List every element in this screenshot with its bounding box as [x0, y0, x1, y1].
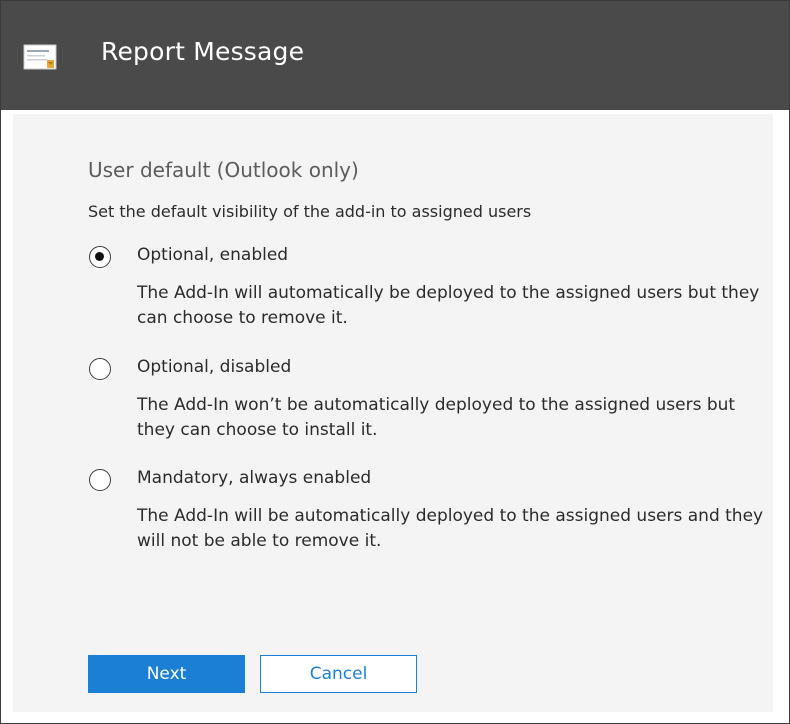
report-message-icon	[23, 44, 57, 70]
option-label[interactable]: Optional, enabled	[137, 245, 288, 265]
radio-button-mandatory[interactable]	[89, 469, 111, 491]
option-label[interactable]: Optional, disabled	[137, 357, 291, 377]
dialog-window: Report Message User default (Outlook onl…	[0, 0, 790, 724]
settings-panel: User default (Outlook only) Set the defa…	[13, 114, 773, 712]
dialog-title: Report Message	[101, 37, 305, 66]
radio-button-optional-enabled[interactable]	[89, 246, 111, 268]
section-description: Set the default visibility of the add-in…	[88, 202, 532, 221]
option-description: The Add-In will be automatically deploye…	[137, 506, 764, 551]
cancel-button[interactable]: Cancel	[260, 655, 417, 693]
dialog-header: Report Message	[1, 1, 789, 110]
radio-selected-dot	[95, 252, 104, 261]
next-button[interactable]: Next	[88, 655, 245, 693]
option-description: The Add-In will automatically be deploye…	[137, 283, 760, 328]
option-description: The Add-In won’t be automatically deploy…	[137, 395, 736, 440]
section-title: User default (Outlook only)	[88, 158, 359, 182]
option-label[interactable]: Mandatory, always enabled	[137, 468, 371, 488]
radio-button-optional-disabled[interactable]	[89, 358, 111, 380]
